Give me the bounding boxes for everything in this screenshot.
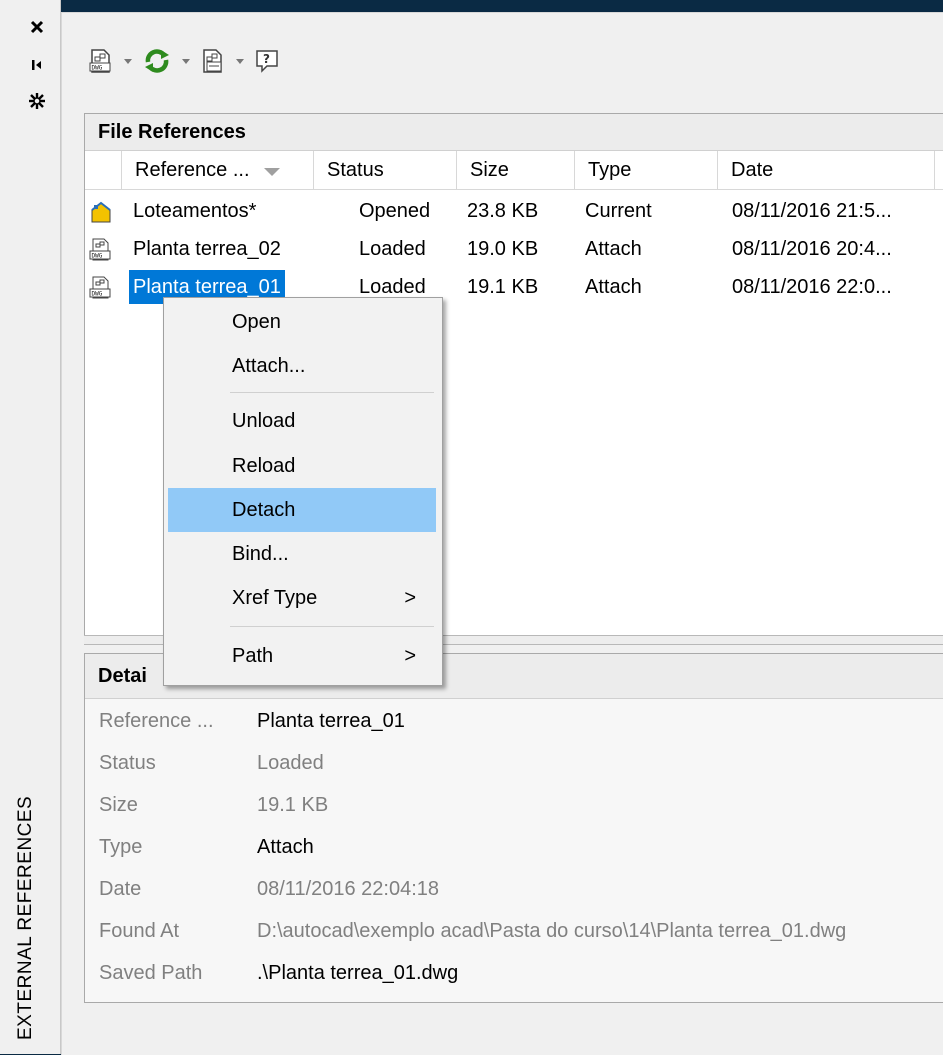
menu-item-attach[interactable]: Attach...	[168, 344, 436, 388]
menu-separator	[230, 626, 434, 627]
svg-text:DWG: DWG	[92, 291, 103, 298]
reference-status: Loaded	[359, 238, 426, 260]
reference-size: 19.1 KB	[467, 276, 539, 298]
svg-text:?: ?	[263, 52, 270, 66]
chevron-down-icon[interactable]	[232, 47, 248, 75]
reference-type: Current	[585, 200, 652, 222]
reference-date: 08/11/2016 21:5...	[732, 200, 892, 222]
detail-value: 08/11/2016 22:04:18	[257, 878, 440, 900]
current-drawing-icon	[89, 200, 113, 224]
reference-date: 08/11/2016 20:4...	[732, 238, 892, 260]
column-header-date[interactable]: Date	[718, 151, 935, 189]
submenu-arrow-icon: >	[404, 645, 416, 667]
reference-size: 23.8 KB	[467, 200, 539, 222]
detail-value[interactable]: Planta terrea_01	[257, 700, 405, 742]
reference-name: Planta terrea_02	[133, 238, 281, 260]
detail-label: Found At	[99, 920, 180, 942]
menu-item-open[interactable]: Open	[168, 300, 436, 344]
properties-icon[interactable]	[24, 90, 50, 112]
detail-label: Status	[99, 752, 156, 774]
dwg-file-icon: DWG	[89, 238, 113, 262]
reference-type: Attach	[585, 276, 642, 298]
reference-status: Opened	[359, 200, 431, 222]
help-icon[interactable]: ?	[252, 47, 282, 75]
table-row[interactable]: Loteamentos* Opened 23.8 KB Current 08/1…	[85, 192, 943, 230]
reference-size: 19.0 KB	[467, 238, 539, 260]
menu-item-detach[interactable]: Detach	[168, 488, 436, 532]
detail-value[interactable]: Attach	[257, 826, 314, 868]
column-header-row: Reference ... Status Size Type Date	[85, 151, 943, 190]
refresh-icon[interactable]	[140, 47, 174, 75]
chevron-down-icon[interactable]	[178, 47, 194, 75]
details-section: Detai Reference ... Planta terrea_01 Sta…	[84, 653, 943, 1003]
toolbar: DWG ?	[86, 43, 282, 79]
menu-separator	[230, 392, 434, 393]
detail-label: Type	[99, 836, 143, 858]
menu-item-reload[interactable]: Reload	[168, 444, 436, 488]
detail-value: 19.1 KB	[257, 794, 329, 816]
submenu-arrow-icon: >	[404, 587, 416, 609]
column-header-size[interactable]: Size	[457, 151, 575, 189]
detail-value: D:\autocad\exemplo acad\Pasta do curso\1…	[257, 920, 847, 942]
svg-text:DWG: DWG	[92, 253, 103, 260]
column-header-type[interactable]: Type	[575, 151, 718, 189]
detail-label: Saved Path	[99, 962, 203, 984]
detail-value[interactable]: .\Planta terrea_01.dwg	[257, 952, 458, 994]
menu-item-xref-type[interactable]: Xref Type >	[168, 576, 436, 620]
menu-item-path[interactable]: Path >	[168, 634, 436, 678]
detail-label: Reference ...	[99, 710, 214, 732]
dwg-file-icon: DWG	[89, 276, 113, 300]
reference-type: Attach	[585, 238, 642, 260]
detail-row-found-at: Found At D:\autocad\exemplo acad\Pasta d…	[99, 910, 943, 952]
column-header-icon[interactable]	[85, 151, 122, 189]
svg-text:DWG: DWG	[92, 65, 103, 72]
detail-label: Size	[99, 794, 138, 816]
palette-sidebar: EXTERNAL REFERENCES	[0, 0, 61, 1054]
palette-title: EXTERNAL REFERENCES	[15, 795, 36, 1040]
table-row[interactable]: DWG Planta terrea_02 Loaded 19.0 KB Atta…	[85, 230, 943, 268]
detail-value: Loaded	[257, 752, 324, 774]
detail-label: Date	[99, 878, 142, 900]
column-header-status[interactable]: Status	[314, 151, 457, 189]
sort-arrow-icon	[263, 152, 281, 190]
context-menu: Open Attach... Unload Reload Detach Bind…	[163, 297, 443, 686]
auto-hide-icon[interactable]	[24, 54, 50, 76]
menu-item-bind[interactable]: Bind...	[168, 532, 436, 576]
attach-dwg-icon[interactable]: DWG	[86, 47, 116, 75]
menu-item-unload[interactable]: Unload	[168, 399, 436, 443]
reference-date: 08/11/2016 22:0...	[732, 276, 892, 298]
reference-name: Loteamentos*	[133, 200, 257, 222]
change-path-icon[interactable]	[198, 47, 228, 75]
file-references-header: File References	[85, 114, 943, 151]
close-icon[interactable]	[24, 16, 50, 38]
chevron-down-icon[interactable]	[120, 47, 136, 75]
column-header-reference[interactable]: Reference ...	[122, 151, 314, 189]
